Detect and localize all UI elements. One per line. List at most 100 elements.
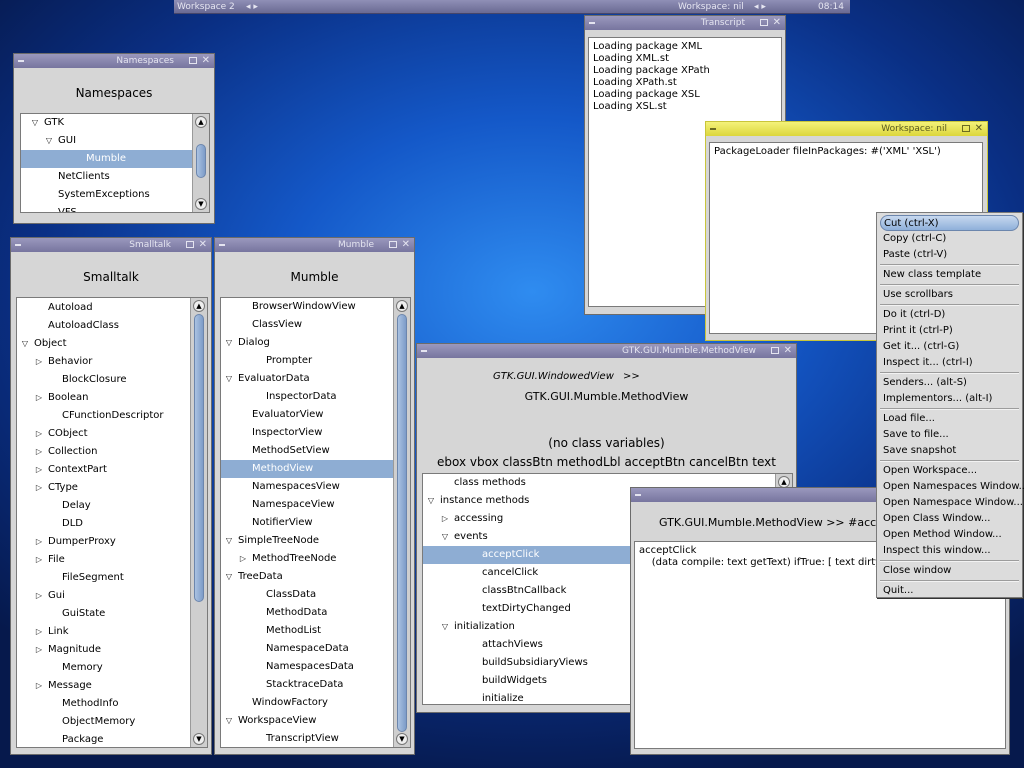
menu-item[interactable]: Copy (ctrl-C) [877,231,1022,247]
expanded-triangle-icon[interactable]: ▽ [223,568,235,586]
collapsed-triangle-icon[interactable]: ▷ [33,461,45,479]
vertical-scrollbar[interactable]: ▲▼ [190,298,207,747]
menu-item[interactable]: Open Workspace... [877,463,1022,479]
collapsed-triangle-icon[interactable]: ▷ [33,389,45,407]
smalltalk-class-tree[interactable]: Autoload AutoloadClass ▽ Object ▷ Behavior Blo… [16,297,208,748]
tree-row[interactable]: EvaluatorView [221,406,393,424]
scroll-down-icon[interactable]: ▼ [396,733,408,745]
tree-row[interactable]: Prompter [221,352,393,370]
tree-row[interactable]: Mumble [21,150,192,168]
tree-row[interactable]: CFunctionDescriptor [17,407,190,425]
tree-row[interactable]: InspectorData [221,388,393,406]
tree-row[interactable]: GuiState [17,605,190,623]
tree-row[interactable]: NamespaceData [221,640,393,658]
scroll-up-icon[interactable]: ▲ [396,300,408,312]
expanded-triangle-icon[interactable]: ▽ [29,114,41,132]
tree-row[interactable]: ▷ Magnitude [17,641,190,659]
menu-item[interactable]: Close window [877,563,1022,579]
namespaces-tree[interactable]: ▽ GTK ▽ GUI Mumble NetClients SystemExceptions… [20,113,210,213]
workspace-titlebar[interactable]: Workspace: nil ✕ [706,122,987,136]
tree-row[interactable]: NamespaceView [221,496,393,514]
menu-item[interactable]: Implementors... (alt-I) [877,391,1022,407]
window-menu-icon[interactable] [219,244,225,246]
menu-item[interactable]: Paste (ctrl-V) [877,247,1022,263]
window-menu-icon[interactable] [18,60,24,62]
menu-item[interactable]: Open Method Window... [877,527,1022,543]
mumble-titlebar[interactable]: Mumble ✕ [215,238,414,252]
tree-row[interactable]: AutoloadClass [17,317,190,335]
tree-row[interactable]: MethodSetView [221,442,393,460]
tree-row[interactable]: ▷ File [17,551,190,569]
collapsed-triangle-icon[interactable]: ▷ [33,479,45,497]
tree-row[interactable]: FileSegment [17,569,190,587]
maximize-icon[interactable] [962,125,970,132]
close-icon[interactable]: ✕ [975,122,983,136]
tree-row[interactable]: ▽ GUI [21,132,192,150]
tree-row[interactable]: ▷ MethodTreeNode [221,550,393,568]
tree-row[interactable]: Delay [17,497,190,515]
menu-item[interactable]: Open Class Window... [877,511,1022,527]
close-icon[interactable]: ✕ [202,54,210,68]
tree-row[interactable]: ▽ EvaluatorData [221,370,393,388]
menu-item[interactable]: New class template [877,267,1022,283]
vertical-scrollbar[interactable]: ▲▼ [192,114,209,212]
scroll-thumb[interactable] [194,314,204,602]
tree-row[interactable]: Memory [17,659,190,677]
tree-row[interactable]: ▽ SimpleTreeNode [221,532,393,550]
close-icon[interactable]: ✕ [784,344,792,358]
tree-row[interactable]: BlockClosure [17,371,190,389]
tree-row[interactable]: DLD [17,515,190,533]
tree-row[interactable]: NetClients [21,168,192,186]
tree-row[interactable]: VFS [21,204,192,212]
menu-item[interactable]: Open Namespace Window... [877,495,1023,511]
close-icon[interactable]: ✕ [773,16,781,30]
collapsed-triangle-icon[interactable]: ▷ [439,510,451,528]
tree-row[interactable]: StacktraceData [221,676,393,694]
tree-row[interactable]: MethodInfo [17,695,190,713]
tree-row[interactable]: ▷ Boolean [17,389,190,407]
menu-item[interactable]: Print it (ctrl-P) [877,323,1022,339]
scroll-up-icon[interactable]: ▲ [193,300,205,312]
collapsed-triangle-icon[interactable]: ▷ [33,533,45,551]
collapsed-triangle-icon[interactable]: ▷ [33,587,45,605]
tree-row[interactable]: TranscriptView [221,730,393,747]
tree-row[interactable]: Package [17,731,190,747]
menu-item[interactable]: Cut (ctrl-X) [880,215,1019,231]
tree-row[interactable]: ClassView [221,316,393,334]
maximize-icon[interactable] [771,347,779,354]
tree-row[interactable]: ▷ Gui [17,587,190,605]
menu-item[interactable]: Senders... (alt-S) [877,375,1022,391]
tree-row[interactable]: ▽ GTK [21,114,192,132]
scroll-down-icon[interactable]: ▼ [195,198,207,210]
tree-row[interactable]: Autoload [17,299,190,317]
window-menu-icon[interactable] [589,22,595,24]
workspace-switcher[interactable]: Workspace 2 [177,0,235,14]
tree-row[interactable]: BrowserWindowView [221,298,393,316]
tree-row[interactable]: ▷ ContextPart [17,461,190,479]
tree-row[interactable]: ▽ TreeData [221,568,393,586]
tree-row[interactable]: MethodView [221,460,393,478]
expanded-triangle-icon[interactable]: ▽ [223,532,235,550]
tree-row[interactable]: SystemExceptions [21,186,192,204]
expanded-triangle-icon[interactable]: ▽ [439,618,451,636]
expanded-triangle-icon[interactable]: ▽ [43,132,55,150]
tree-row[interactable]: ▷ Collection [17,443,190,461]
transcript-titlebar[interactable]: Transcript ✕ [585,16,785,30]
scroll-thumb[interactable] [196,144,206,178]
tree-row[interactable]: ▷ Message [17,677,190,695]
panel-nav-arrows[interactable]: ◂ ▸ [754,0,766,14]
window-menu-icon[interactable] [635,494,641,496]
vertical-scrollbar[interactable]: ▲▼ [393,298,410,747]
expanded-triangle-icon[interactable]: ▽ [223,712,235,730]
tree-row[interactable]: MethodData [221,604,393,622]
tree-row[interactable]: ▽ Object [17,335,190,353]
tree-row[interactable]: ▷ Behavior [17,353,190,371]
collapsed-triangle-icon[interactable]: ▷ [33,623,45,641]
collapsed-triangle-icon[interactable]: ▷ [33,641,45,659]
tree-row[interactable]: ▷ CObject [17,425,190,443]
tree-row[interactable]: ▽ Dialog [221,334,393,352]
maximize-icon[interactable] [389,241,397,248]
collapsed-triangle-icon[interactable]: ▷ [33,443,45,461]
expanded-triangle-icon[interactable]: ▽ [425,492,437,510]
menu-item[interactable]: Quit... [877,583,1022,599]
